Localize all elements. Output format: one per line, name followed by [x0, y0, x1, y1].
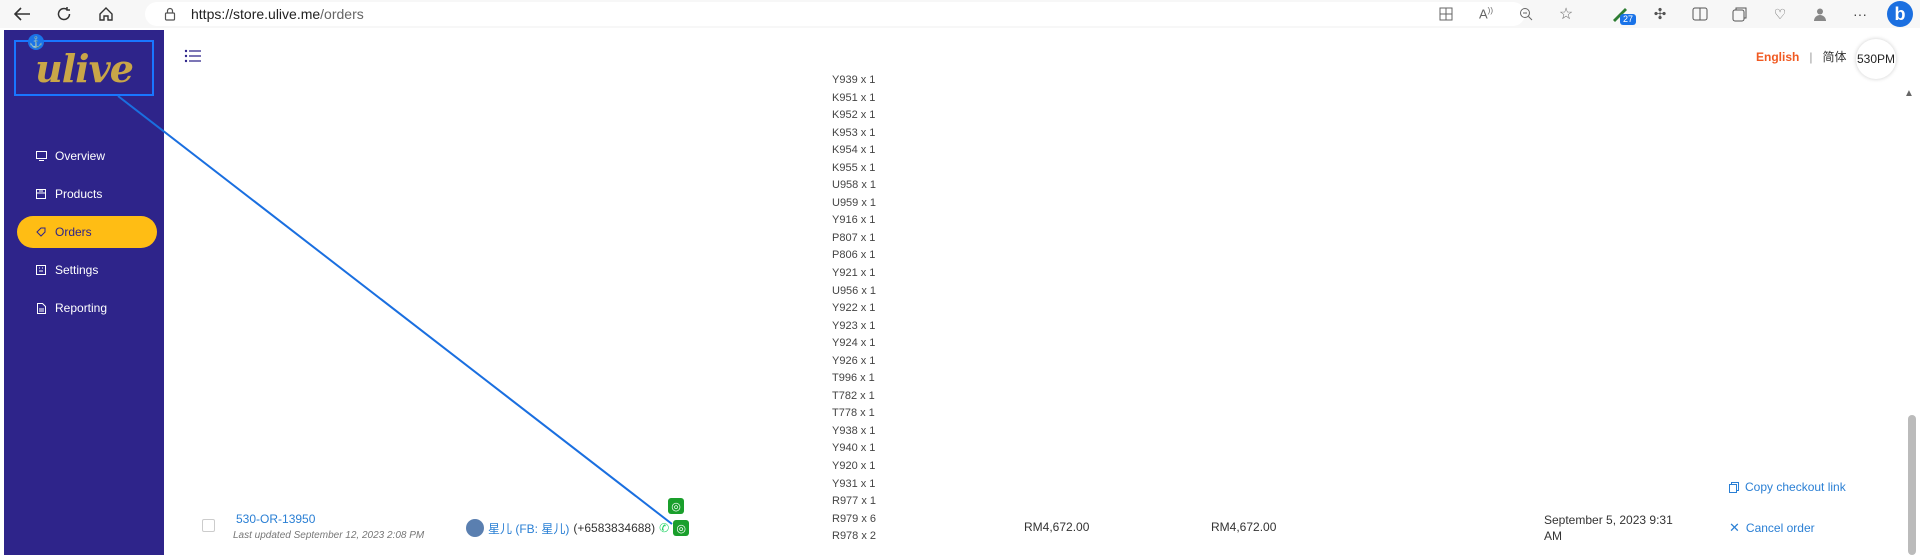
sidebar-item-orders[interactable]: Orders — [17, 216, 157, 248]
order-total: RM4,672.00 — [1211, 520, 1277, 534]
url-path: /orders — [320, 6, 364, 22]
customer-phone: (+6583834688) — [573, 521, 656, 535]
health-icon[interactable]: ♡ — [1760, 0, 1800, 28]
scrollbar-thumb[interactable] — [1908, 415, 1916, 555]
order-item-line: T996 x 1 — [832, 372, 875, 385]
sidebar-item-reporting[interactable]: Reporting — [17, 292, 157, 324]
customer-name-link[interactable]: 星儿 (FB: 星儿) — [488, 520, 569, 537]
menu-toggle-icon[interactable] — [184, 48, 202, 64]
order-subtotal: RM4,672.00 — [1024, 520, 1090, 534]
home-icon[interactable] — [93, 2, 119, 26]
logo[interactable]: ⚓ ulive — [14, 34, 154, 96]
url-host: https://store.ulive.me — [191, 6, 321, 22]
more-icon[interactable]: ··· — [1840, 0, 1880, 28]
sidebar-item-settings[interactable]: Settings — [17, 254, 157, 286]
order-date: September 5, 2023 9:31 AM — [1544, 513, 1673, 543]
order-item-line: Y939 x 1 — [832, 74, 876, 86]
order-item-line: Y938 x 1 — [832, 424, 876, 437]
sidebar-item-label: Reporting — [55, 301, 108, 315]
scroll-up-icon[interactable]: ▲ — [1904, 88, 1914, 99]
lang-english[interactable]: English — [1756, 50, 1799, 64]
customer-avatar — [466, 519, 484, 537]
order-item-line: Y922 x 1 — [832, 302, 876, 315]
language-switcher: English | 简体 — [1756, 48, 1846, 65]
monitor-icon — [35, 150, 47, 162]
profile-icon[interactable] — [1800, 0, 1840, 28]
target-marker-icon: ◎ — [668, 498, 684, 514]
sidebar-item-products[interactable]: Products — [17, 178, 157, 210]
order-item-line: K954 x 1 — [832, 144, 876, 157]
sidebar-menu: Overview Products Orders Settings Report… — [17, 140, 157, 330]
puzzle-icon[interactable]: ✣ — [1640, 0, 1680, 28]
lang-chinese[interactable]: 简体 — [1822, 48, 1846, 65]
anchor-icon: ⚓ — [28, 34, 44, 50]
logo-text: ulive — [35, 45, 134, 91]
order-item-line: Y920 x 1 — [832, 460, 876, 473]
order-item-line: Y924 x 1 — [832, 337, 876, 350]
order-item-line: R979 x 6 — [832, 512, 877, 525]
copy-checkout-label: Copy checkout link — [1745, 480, 1846, 494]
collections-icon[interactable] — [1720, 0, 1760, 28]
order-last-updated: Last updated September 12, 2023 2:08 PM — [233, 530, 425, 541]
order-item-line: Y940 x 1 — [832, 442, 876, 455]
refresh-icon[interactable] — [51, 2, 77, 26]
back-icon[interactable] — [9, 2, 35, 26]
order-item-line: Y921 x 1 — [832, 267, 876, 280]
sidebar: ⚓ ulive Overview Products Orders Setting… — [4, 30, 164, 555]
order-item-line: Y923 x 1 — [832, 319, 876, 332]
order-item-line: U956 x 1 — [832, 284, 877, 297]
cancel-order-label: Cancel order — [1745, 521, 1815, 535]
order-item-line: K953 x 1 — [832, 126, 876, 139]
order-row-checkbox[interactable] — [202, 519, 215, 532]
settings-icon — [35, 264, 47, 276]
main-page: ⚓ ulive Overview Products Orders Setting… — [4, 30, 1920, 555]
order-item-line: T778 x 1 — [832, 407, 875, 420]
sidebar-item-label: Overview — [55, 149, 106, 163]
sidebar-item-label: Settings — [55, 263, 99, 277]
order-item-line: R977 x 1 — [832, 495, 877, 508]
favorite-star-icon[interactable]: ☆ — [1546, 0, 1586, 28]
products-icon — [35, 188, 47, 200]
order-item-line: R978 x 2 — [832, 530, 877, 543]
tag-icon — [35, 226, 47, 238]
extension-icon[interactable]: 27 — [1600, 0, 1640, 28]
zoom-out-icon[interactable] — [1506, 0, 1546, 28]
lang-separator: | — [1809, 49, 1813, 64]
sidebar-item-overview[interactable]: Overview — [17, 140, 157, 172]
sidebar-item-label: Products — [55, 187, 103, 201]
sidebar-item-label: Orders — [55, 225, 92, 239]
whatsapp-icon[interactable]: ✆ — [659, 521, 669, 535]
order-item-line: K955 x 1 — [832, 161, 876, 174]
order-id-link[interactable]: 530-OR-13950 — [236, 512, 315, 526]
app-available-icon[interactable] — [1426, 0, 1466, 28]
target-marker-icon: ◎ — [673, 520, 690, 536]
report-icon — [35, 302, 47, 314]
notification-badge: 27 — [1620, 14, 1637, 25]
bing-icon[interactable]: b — [1880, 0, 1920, 28]
copy-checkout-link-button[interactable]: Copy checkout link — [1729, 480, 1846, 494]
order-item-line: P806 x 1 — [832, 249, 876, 262]
close-icon: ✕ — [1729, 520, 1740, 535]
order-item-line: K951 x 1 — [832, 91, 876, 104]
read-aloud-icon[interactable]: A)) — [1466, 0, 1506, 28]
order-item-line: Y916 x 1 — [832, 214, 876, 227]
browser-actions: A)) ☆ 27 ✣ ♡ ··· b — [1426, 0, 1920, 28]
order-item-line: Y931 x 1 — [832, 477, 876, 490]
order-item-line: P807 x 1 — [832, 231, 876, 244]
browser-toolbar: https://store.ulive.me/orders A)) ☆ 27 ✣… — [0, 0, 1920, 28]
split-screen-icon[interactable] — [1680, 0, 1720, 28]
order-item-list: Y939 x 1 K951 x 1 K952 x 1 K953 x 1 K954 x 1… — [832, 72, 876, 546]
order-item-line: T782 x 1 — [832, 389, 875, 402]
order-item-line: K952 x 1 — [832, 109, 876, 122]
lock-icon — [164, 7, 176, 21]
order-item-line: U958 x 1 — [832, 179, 877, 192]
cancel-order-button[interactable]: ✕ Cancel order — [1729, 520, 1815, 536]
order-item-line: Y926 x 1 — [832, 354, 876, 367]
user-avatar[interactable]: 530PM — [1856, 39, 1896, 79]
copy-icon — [1729, 481, 1739, 493]
order-item-line: U959 x 1 — [832, 196, 877, 209]
customer-info: 星儿 (FB: 星儿) (+6583834688) ✆ ◎ — [466, 519, 690, 537]
address-bar[interactable]: https://store.ulive.me/orders — [145, 2, 1525, 26]
